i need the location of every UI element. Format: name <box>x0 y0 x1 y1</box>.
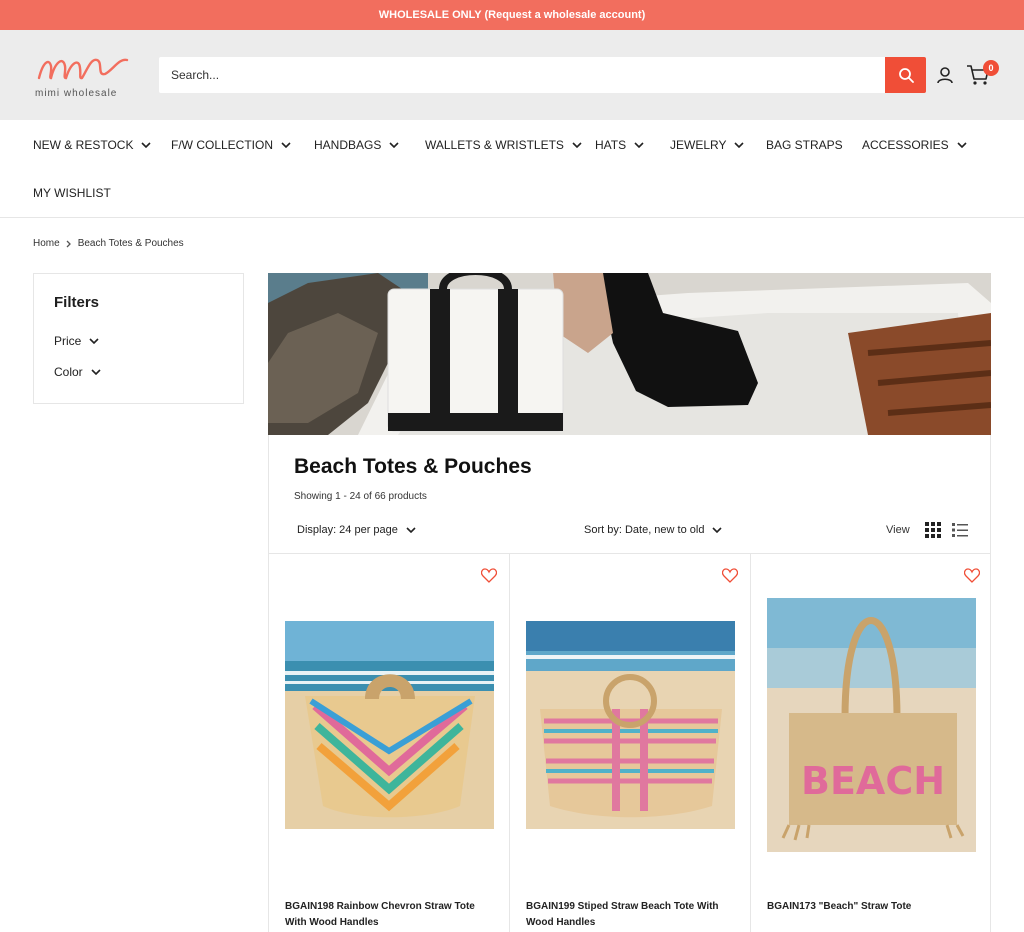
logo-mark-icon <box>37 58 129 80</box>
product-image[interactable] <box>285 621 494 829</box>
product-card[interactable]: BGAIN198 Rainbow Chevron Straw Tote With… <box>269 554 510 932</box>
product-image[interactable] <box>526 621 735 829</box>
nav-item-new-restock[interactable]: NEW & RESTOCK <box>33 138 152 152</box>
filter-color[interactable]: Color <box>54 365 101 379</box>
filters-title: Filters <box>54 294 100 311</box>
chevron-right-icon <box>66 240 71 247</box>
filters-panel: Filters Price Color <box>33 273 244 404</box>
chevron-down-icon <box>89 338 99 344</box>
display-per-page-select[interactable]: Display: 24 per page <box>297 524 416 536</box>
list-view-icon[interactable] <box>952 522 968 538</box>
product-card[interactable]: BGAIN199 Stiped Straw Beach Tote With Wo… <box>510 554 751 932</box>
search-button[interactable] <box>885 57 926 93</box>
product-name[interactable]: BGAIN173 "Beach" Straw Tote <box>767 899 972 915</box>
nav-item-label: ACCESSORIES <box>862 138 949 152</box>
filter-label: Color <box>54 365 83 379</box>
chevron-down-icon <box>91 369 101 375</box>
nav-item-my-wishlist[interactable]: MY WISHLIST <box>33 186 111 200</box>
breadcrumb: Home Beach Totes & Pouches <box>33 238 184 249</box>
nav-item-label: HATS <box>595 138 627 152</box>
striped-straw-tote-image <box>526 621 735 829</box>
chevron-down-icon <box>634 142 644 148</box>
nav-item-label: F/W COLLECTION <box>171 138 274 152</box>
nav-item-label: BAG STRAPS <box>766 138 843 152</box>
breadcrumb-home-link[interactable]: Home <box>33 238 60 249</box>
cart-count-badge: 0 <box>983 60 999 76</box>
filter-price[interactable]: Price <box>54 334 99 348</box>
display-label: Display: 24 per page <box>297 524 398 536</box>
nav-item-label: WALLETS & WRISTLETS <box>425 138 564 152</box>
chevron-down-icon <box>406 527 416 533</box>
chevron-down-icon <box>734 142 745 148</box>
nav-item-jewelry[interactable]: JEWELRY <box>670 138 745 152</box>
nav-item-accessories[interactable]: ACCESSORIES <box>862 138 967 152</box>
chevron-down-icon <box>712 527 723 533</box>
beach-straw-tote-image: BEACH <box>767 598 976 852</box>
nav-item-bag-straps[interactable]: BAG STRAPS <box>766 138 843 152</box>
main-navigation: NEW & RESTOCK F/W COLLECTION HANDBAGS WA… <box>0 120 1024 218</box>
heart-icon[interactable] <box>964 568 980 583</box>
collection-title: Beach Totes & Pouches <box>294 455 532 478</box>
announcement-bar[interactable]: WHOLESALE ONLY (Request a wholesale acco… <box>0 0 1024 30</box>
filter-label: Price <box>54 334 82 348</box>
nav-item-hats[interactable]: HATS <box>595 138 644 152</box>
nav-item-wallets-wristlets[interactable]: WALLETS & WRISTLETS <box>425 138 582 152</box>
account-icon <box>937 67 953 84</box>
announcement-text[interactable]: WHOLESALE ONLY (Request a wholesale acco… <box>379 9 646 21</box>
collection-banner-image <box>268 273 991 435</box>
grid-view-icon[interactable] <box>925 522 941 538</box>
view-label: View <box>886 524 910 536</box>
product-name[interactable]: BGAIN199 Stiped Straw Beach Tote With Wo… <box>526 899 731 931</box>
nav-item-label: JEWELRY <box>670 138 727 152</box>
chevron-down-icon <box>281 142 291 148</box>
nav-item-label: MY WISHLIST <box>33 186 111 200</box>
search-input[interactable] <box>159 57 885 93</box>
product-image[interactable]: BEACH <box>767 598 976 852</box>
search-box <box>159 57 885 93</box>
chevron-down-icon <box>389 142 399 148</box>
sort-select[interactable]: Sort by: Date, new to old <box>584 524 723 536</box>
heart-icon[interactable] <box>722 568 738 583</box>
product-collection: Beach Totes & Pouches Showing 1 - 24 of … <box>268 435 991 932</box>
beach-scene-image <box>268 273 991 435</box>
nav-item-label: HANDBAGS <box>314 138 382 152</box>
site-header: mimi wholesale 0 <box>0 30 1024 120</box>
chevron-straw-tote-image <box>285 621 494 829</box>
product-card[interactable]: BEACH BGAIN173 "Beach" Straw Tote <box>751 554 992 932</box>
account-button[interactable] <box>934 64 956 86</box>
product-count: Showing 1 - 24 of 66 products <box>294 491 427 502</box>
nav-item-handbags[interactable]: HANDBAGS <box>314 138 399 152</box>
chevron-down-icon <box>572 142 582 148</box>
product-name[interactable]: BGAIN198 Rainbow Chevron Straw Tote With… <box>285 899 490 931</box>
sort-label: Sort by: Date, new to old <box>584 524 705 536</box>
nav-item-label: NEW & RESTOCK <box>33 138 134 152</box>
search-icon <box>898 68 914 83</box>
chevron-down-icon <box>957 142 967 148</box>
breadcrumb-current: Beach Totes & Pouches <box>77 238 184 249</box>
logo-text: mimi wholesale <box>35 88 118 99</box>
brand-logo[interactable]: mimi wholesale <box>33 48 133 104</box>
heart-icon[interactable] <box>481 568 497 583</box>
nav-item-fw-collection[interactable]: F/W COLLECTION <box>171 138 291 152</box>
tote-lettering: BEACH <box>801 759 945 803</box>
chevron-down-icon <box>141 142 152 148</box>
